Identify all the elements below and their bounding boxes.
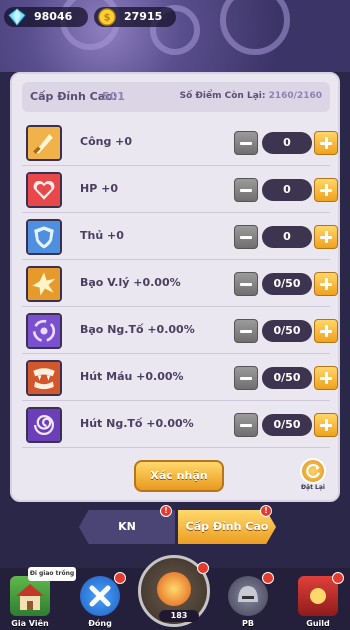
decrease-button[interactable] [234, 366, 258, 390]
sword-icon [26, 125, 62, 161]
notification-badge [114, 572, 126, 584]
spiral-icon [26, 407, 62, 443]
notification-badge [197, 562, 209, 574]
decrease-button[interactable] [234, 413, 258, 437]
burst-icon [26, 266, 62, 302]
gem-counter[interactable]: 98046 [4, 7, 88, 27]
nav-item-guild[interactable]: Guild [288, 568, 348, 630]
panel-header: Cấp Đỉnh Cao: 501 Số Điểm Còn Lại: 2160/… [22, 82, 330, 112]
close-x-icon [80, 576, 120, 616]
stat-label: Bạo Ng.Tố +0.00% [80, 323, 195, 336]
decrease-button[interactable] [234, 272, 258, 296]
increase-button[interactable] [314, 272, 338, 296]
gold-counter[interactable]: $ 27915 [94, 7, 176, 27]
stat-row-elemental-crit: Bạo Ng.Tố +0.00% 0/50 [22, 308, 338, 354]
increase-button[interactable] [314, 413, 338, 437]
notification-badge [332, 572, 344, 584]
stat-value: 0 [262, 226, 312, 248]
reset-label: Đặt Lại [301, 484, 325, 491]
points-value: 2160/2160 [268, 91, 322, 101]
stat-row-attack: Công +0 0 [22, 120, 338, 166]
level-value: 501 [102, 90, 125, 103]
energy-count: 183 [159, 610, 199, 622]
guild-banner-icon [298, 576, 338, 616]
nav-label: Gia Viên [11, 619, 49, 628]
decrease-button[interactable] [234, 319, 258, 343]
stat-value: 0/50 [262, 367, 312, 389]
stat-row-lifesteal: Hút Máu +0.00% 0/50 [22, 355, 338, 401]
points-label: Số Điểm Còn Lại: [179, 91, 266, 101]
svg-text:$: $ [104, 13, 111, 24]
increase-button[interactable] [314, 131, 338, 155]
stat-value: 0/50 [262, 320, 312, 342]
center-battle-button[interactable]: 183 [138, 555, 210, 627]
stat-label: HP +0 [80, 182, 118, 195]
nav-label: Guild [306, 619, 330, 628]
increase-button[interactable] [314, 319, 338, 343]
stat-row-elemental-lifesteal: Hút Ng.Tố +0.00% 0/50 [22, 402, 338, 448]
decrease-button[interactable] [234, 178, 258, 202]
stat-label: Hút Máu +0.00% [80, 370, 184, 383]
stat-row-physical-crit: Bạo V.lý +0.00% 0/50 [22, 261, 338, 307]
fang-icon [26, 360, 62, 396]
points-remaining: Số Điểm Còn Lại: 2160/2160 [180, 91, 322, 101]
stat-label: Bạo V.lý +0.00% [80, 276, 181, 289]
nav-item-pb[interactable]: PB [218, 568, 278, 630]
stat-label: Thủ +0 [80, 229, 124, 242]
increase-button[interactable] [314, 178, 338, 202]
stat-value: 0/50 [262, 414, 312, 436]
stat-row-defense: Thủ +0 0 [22, 214, 338, 260]
notification-badge: ! [260, 505, 272, 517]
nav-label: PB [242, 619, 254, 628]
diamond-icon [8, 8, 26, 26]
notification-badge [262, 572, 274, 584]
stat-label: Công +0 [80, 135, 133, 148]
increase-button[interactable] [314, 366, 338, 390]
vortex-icon [26, 313, 62, 349]
stat-value: 0 [262, 132, 312, 154]
gem-value: 98046 [34, 10, 73, 23]
gold-coin-icon: $ [98, 8, 116, 26]
peak-level-panel: Cấp Đỉnh Cao: 501 Số Điểm Còn Lại: 2160/… [10, 72, 340, 502]
fire-orb-icon [157, 572, 191, 606]
house-icon [10, 576, 50, 616]
helmet-icon [228, 576, 268, 616]
notification-badge: ! [160, 505, 172, 517]
shield-icon [26, 219, 62, 255]
tooltip-bubble: Đi giao trống [28, 567, 76, 581]
nav-label: Đóng [88, 619, 112, 628]
confirm-button[interactable]: Xác nhận [134, 460, 224, 492]
stat-label: Hút Ng.Tố +0.00% [80, 417, 194, 430]
stat-value: 0/50 [262, 273, 312, 295]
stat-row-hp: HP +0 0 [22, 167, 338, 213]
reset-button[interactable]: Đặt Lại [298, 458, 328, 494]
stat-value: 0 [262, 179, 312, 201]
decrease-button[interactable] [234, 131, 258, 155]
increase-button[interactable] [314, 225, 338, 249]
heart-icon [26, 172, 62, 208]
decrease-button[interactable] [234, 225, 258, 249]
gold-value: 27915 [124, 10, 163, 23]
nav-item-close[interactable]: Đóng [70, 568, 130, 630]
tab-kn[interactable]: KN [79, 510, 175, 544]
refresh-icon [300, 458, 326, 484]
